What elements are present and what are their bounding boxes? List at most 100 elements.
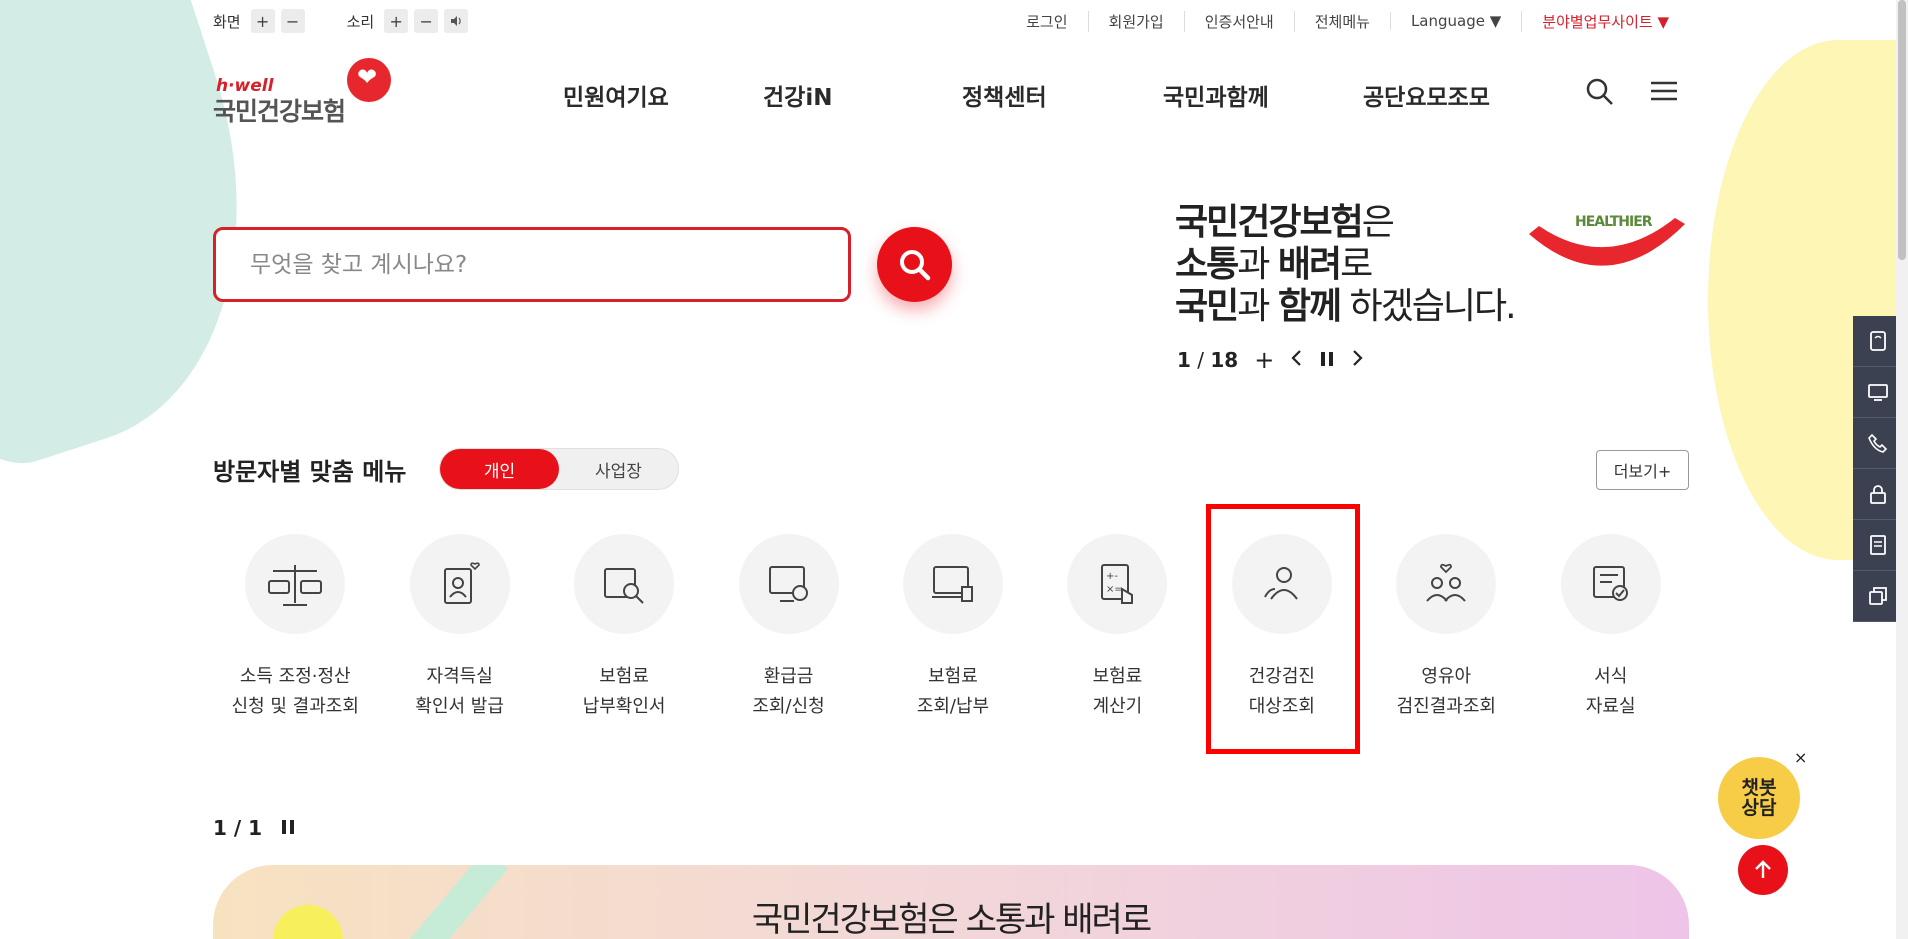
banner-add-icon[interactable]: + xyxy=(1254,346,1274,374)
quick-menu-item-infant-checkup[interactable]: 영유아 검진결과조회 xyxy=(1364,534,1528,722)
chatbot-button[interactable]: 챗봇 상담 xyxy=(1718,757,1800,839)
svg-text:+-: +- xyxy=(1106,571,1118,582)
banner-text: 은 xyxy=(1361,202,1395,243)
menu-label: 영유아 xyxy=(1421,666,1472,687)
login-link[interactable]: 로그인 xyxy=(1006,11,1087,32)
monitor-heart-icon xyxy=(902,534,1003,634)
banner-pagination: 1 / 18 xyxy=(1177,348,1238,372)
sound-label: 소리 xyxy=(346,12,375,31)
main-search-input[interactable] xyxy=(216,230,848,299)
menu-label: 계산기 xyxy=(1092,696,1143,717)
menu-label: 서식 xyxy=(1594,666,1628,687)
signup-link[interactable]: 회원가입 xyxy=(1087,10,1184,32)
quick-menu-title: 방문자별 맞춤 메뉴 xyxy=(213,458,407,486)
logo-name-text: 국민건강보험 xyxy=(213,97,346,126)
menu-label: 환급금 xyxy=(763,666,814,687)
language-dropdown[interactable]: Language ▼ xyxy=(1389,12,1521,30)
calculator-icon: +- ×= xyxy=(1067,534,1168,634)
banner-text: 배려 xyxy=(1277,244,1342,285)
quick-menu-item-calculator[interactable]: +- ×= 보험료계산기 xyxy=(1035,534,1199,722)
chatbot-close-icon[interactable]: × xyxy=(1794,748,1807,767)
banner-page-sep: / xyxy=(1190,348,1211,372)
banner-page-current: 1 xyxy=(1177,348,1191,372)
highlight-box xyxy=(1206,504,1360,754)
screen-size-label: 화면 xyxy=(213,12,241,31)
heart-logo-icon xyxy=(347,58,391,102)
chatbot-label: 챗봇 xyxy=(1741,777,1777,799)
banner-pause-icon[interactable] xyxy=(1320,348,1334,372)
banner-text: 소통 xyxy=(1175,244,1239,285)
sound-down-button[interactable]: − xyxy=(414,9,439,33)
scale-icon xyxy=(245,534,346,634)
tab-personal[interactable]: 개인 xyxy=(440,449,559,489)
healthier-text: HEALTHIER xyxy=(1575,214,1653,230)
monitor-won-icon xyxy=(738,534,839,634)
scroll-to-top-button[interactable] xyxy=(1738,845,1788,895)
quick-menu-pause-icon[interactable] xyxy=(282,816,295,840)
screen-zoom-in-button[interactable]: + xyxy=(250,9,275,33)
menu-label: 보험료 xyxy=(599,666,649,687)
screen-zoom-out-button[interactable]: − xyxy=(280,9,305,33)
banner-text: 함께 xyxy=(1277,286,1342,327)
banner-text: 하겠습니다. xyxy=(1340,286,1517,327)
speaker-icon[interactable] xyxy=(444,9,469,33)
main-search-box xyxy=(213,227,851,302)
menu-label: 조회/납부 xyxy=(916,696,990,717)
quick-menu-list: 소득 조정·정산 신청 및 결과조회 자격득실확인서 발급 보험료납부확인서 환급… xyxy=(213,534,1693,722)
quick-menu-item-payment-confirm[interactable]: 보험료납부확인서 xyxy=(542,534,706,722)
visitor-type-toggle: 개인 사업장 xyxy=(439,448,679,490)
sound-up-button[interactable]: + xyxy=(384,9,409,33)
banner-text: 국민건강보험 xyxy=(1175,202,1364,243)
menu-label: 확인서 발급 xyxy=(415,696,504,717)
nav-with-citizens[interactable]: 국민과함께 xyxy=(1163,78,1269,112)
search-icon xyxy=(899,249,930,280)
healthier-graphic: HEALTHIER xyxy=(1525,212,1690,282)
utility-links: 로그인 회원가입 인증서안내 전체메뉴 Language ▼ 분야별업무사이트 … xyxy=(1006,8,1689,34)
banner-next-icon[interactable] xyxy=(1350,348,1364,372)
quick-menu-item-eligibility[interactable]: 자격득실확인서 발급 xyxy=(377,534,541,722)
hamburger-menu-icon[interactable] xyxy=(1648,76,1680,108)
more-button[interactable]: 더보기+ xyxy=(1596,450,1689,490)
nav-health-in[interactable]: 건강iN xyxy=(763,78,832,112)
promo-banner-title: 국민건강보험은 소통과 배려로 xyxy=(751,900,1152,939)
quick-menu-item-income-adjust[interactable]: 소득 조정·정산 신청 및 결과조회 xyxy=(213,534,377,722)
site-logo[interactable]: h·well 국민건강보험 xyxy=(213,56,393,126)
nav-about-corporation[interactable]: 공단요모조모 xyxy=(1363,78,1490,112)
banner-text: 과 xyxy=(1237,244,1278,285)
quick-menu-item-refund[interactable]: 환급금조회/신청 xyxy=(706,534,870,722)
page-scrollbar[interactable] xyxy=(1896,0,1908,939)
field-sites-dropdown[interactable]: 분야별업무사이트 ▼ xyxy=(1521,10,1689,32)
menu-label: 조회/신청 xyxy=(752,696,825,717)
document-search-icon xyxy=(574,534,675,634)
menu-label: 납부확인서 xyxy=(582,696,666,717)
document-check-icon xyxy=(1560,534,1661,634)
menu-label: 보험료 xyxy=(928,666,978,687)
header-search-icon[interactable] xyxy=(1584,76,1616,108)
menu-label: 신청 및 결과조회 xyxy=(231,696,359,717)
banner-controls: 1 / 18 + xyxy=(1177,346,1364,374)
quick-menu-page-indicator: 1 / 1 xyxy=(213,816,263,840)
quick-menu-item-forms[interactable]: 서식자료실 xyxy=(1529,534,1693,722)
tab-business[interactable]: 사업장 xyxy=(559,449,678,489)
promo-banner[interactable]: 국민건강보험은 소통과 배려로 xyxy=(213,865,1689,939)
svg-text:×=: ×= xyxy=(1106,584,1123,595)
banner-prev-icon[interactable] xyxy=(1290,348,1304,372)
hero-banner-text: 국민건강보험은 소통과 배려로 국민과 함께 하겠습니다. xyxy=(1175,202,1517,328)
family-heart-icon xyxy=(1396,534,1497,634)
all-menu-link[interactable]: 전체메뉴 xyxy=(1293,10,1390,32)
menu-label: 자료실 xyxy=(1585,696,1636,717)
quick-menu-item-premium-inquiry[interactable]: 보험료조회/납부 xyxy=(871,534,1035,722)
banner-text: 과 xyxy=(1237,286,1278,327)
menu-label: 자격득실 xyxy=(426,666,493,687)
nav-policy-center[interactable]: 정책센터 xyxy=(962,78,1047,112)
banner-text: 로 xyxy=(1340,244,1373,285)
search-submit-button[interactable] xyxy=(877,227,952,302)
arrow-up-icon xyxy=(1755,860,1771,878)
quick-menu-pager: 1 / 1 xyxy=(213,816,295,840)
scrollbar-thumb[interactable] xyxy=(1898,0,1906,260)
banner-page-total: 18 xyxy=(1210,348,1239,372)
certificate-guide-link[interactable]: 인증서안내 xyxy=(1183,10,1294,32)
nav-civil-service[interactable]: 민원여기요 xyxy=(563,78,669,112)
menu-label: 보험료 xyxy=(1092,666,1143,687)
banner-text: 국민 xyxy=(1175,286,1239,327)
